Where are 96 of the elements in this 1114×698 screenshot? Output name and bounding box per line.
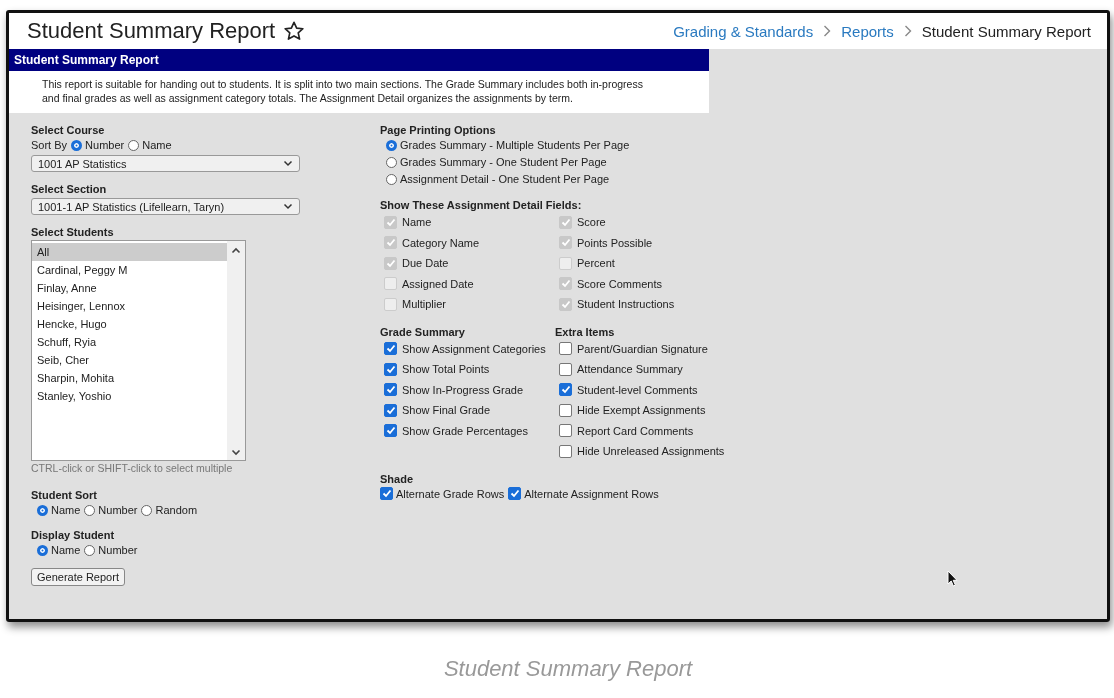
checkbox-label: Show Final Grade [402, 403, 491, 418]
sort-by-label: Sort By [31, 138, 68, 153]
student-list-item[interactable]: Schuff, Ryia [32, 333, 227, 351]
mouse-pointer-icon [947, 570, 958, 587]
checkbox-label: Hide Unreleased Assignments [577, 444, 725, 459]
radio-button[interactable] [386, 140, 397, 151]
chevron-icon [823, 25, 832, 37]
radio-button[interactable] [386, 174, 397, 185]
page-title: Student Summary Report [27, 18, 276, 44]
student-list-item[interactable]: Cardinal, Peggy M [32, 261, 227, 279]
course-dropdown[interactable]: 1001 AP Statistics [31, 155, 300, 172]
checkbox[interactable] [559, 444, 572, 458]
star-icon[interactable] [283, 20, 306, 42]
breadcrumb-link[interactable]: Grading & Standards [673, 22, 814, 40]
checkbox[interactable] [384, 403, 397, 417]
section-label: Display Student [31, 528, 115, 542]
section-label: Shade [380, 471, 413, 486]
breadcrumb-current: Student Summary Report [921, 22, 1091, 40]
radio-label: Name [51, 503, 81, 518]
panel-description: This report is suitable for handing out to students. It is split into two main sections. The Grade Summary includes both in-progress and final grades as well as assignment category totals. The Assignment Detail organizes the assignments by term. [9, 71, 709, 113]
radio-button[interactable] [84, 544, 96, 556]
checkbox-label: Points Possible [577, 235, 653, 251]
checkbox-label: Category Name [402, 235, 480, 251]
breadcrumb-link[interactable]: Reports [841, 22, 894, 40]
radio-button[interactable] [71, 139, 83, 151]
checkbox-label: Report Card Comments [577, 423, 694, 439]
checkbox-label: Alternate Assignment Rows [524, 486, 659, 502]
radio-button[interactable] [386, 157, 397, 168]
scrollbar[interactable] [227, 241, 245, 460]
checkbox-label: Name [402, 215, 432, 230]
checkbox-label: Hide Exempt Assignments [577, 403, 706, 418]
student-list-item[interactable]: Hencke, Hugo [32, 315, 227, 333]
radio-label: Grades Summary - One Student Per Page [400, 155, 607, 170]
radio-label: Name [51, 543, 81, 558]
radio-label: Random [155, 503, 198, 518]
section-dropdown[interactable]: 1001-1 AP Statistics (Lifellearn, Taryn) [31, 198, 300, 215]
radio-button[interactable] [84, 504, 96, 516]
checkbox-label: Student-level Comments [577, 382, 698, 398]
checkbox-label: Parent/Guardian Signature [577, 341, 708, 357]
section-label: Select Course [31, 123, 105, 137]
student-list-item[interactable]: Sharpin, Mohita [32, 369, 227, 387]
student-list-item[interactable]: All [32, 243, 227, 261]
checkbox-label: Show In-Progress Grade [402, 382, 524, 398]
section-label: Extra Items [555, 324, 616, 339]
checkbox-label: Due Date [402, 256, 449, 271]
checkbox-label: Assigned Date [402, 276, 474, 292]
hint-text: CTRL-click or SHIFT-click to select multiple [31, 462, 233, 474]
section-label: Student Sort [31, 488, 97, 502]
checkbox[interactable] [559, 403, 572, 417]
section-label: Select Students [31, 225, 114, 239]
chevron-down-icon [283, 203, 293, 210]
radio-label: Grades Summary - Multiple Students Per Page [400, 138, 630, 153]
checkbox-label: Show Grade Percentages [402, 423, 528, 439]
checkbox-label: Show Total Points [402, 362, 490, 377]
section-label: Grade Summary [380, 324, 466, 339]
checkbox[interactable] [384, 383, 397, 397]
radio-button[interactable] [141, 504, 153, 516]
section-label: Select Section [31, 182, 107, 196]
generate-report-button[interactable]: Generate Report [31, 568, 125, 586]
radio-button[interactable] [37, 504, 48, 516]
radio-label: Name [142, 138, 172, 153]
checkbox-label: Student Instructions [577, 297, 675, 312]
student-list-item[interactable]: Heisinger, Lennox [32, 297, 227, 315]
checkbox[interactable] [380, 487, 393, 500]
checkbox[interactable] [384, 342, 397, 356]
radio-button[interactable] [128, 139, 140, 151]
radio-label: Assignment Detail - One Student Per Page [400, 172, 610, 187]
checkbox[interactable] [384, 424, 397, 438]
checkbox[interactable] [559, 424, 572, 438]
checkbox-label: Show Assignment Categories [402, 341, 546, 357]
student-list-item[interactable]: Stanley, Yoshio [32, 387, 227, 405]
radio-label: Number [98, 503, 138, 518]
checkbox-label: Alternate Grade Rows [396, 486, 505, 502]
checkbox-label: Score Comments [577, 276, 662, 292]
radio-label: Number [85, 138, 125, 153]
student-list-item[interactable]: Finlay, Anne [32, 279, 227, 297]
checkbox[interactable] [559, 383, 572, 397]
radio-button[interactable] [37, 544, 48, 556]
chevron-down-icon [283, 160, 293, 167]
checkbox[interactable] [559, 342, 572, 356]
checkbox[interactable] [384, 362, 397, 376]
chevron-down-icon[interactable] [231, 449, 241, 456]
checkbox-label: Attendance Summary [577, 362, 683, 377]
chevron-up-icon[interactable] [231, 247, 241, 254]
panel-header: Student Summary Report [9, 49, 709, 71]
section-label: Show These Assignment Detail Fields: [380, 198, 582, 212]
student-list-item[interactable]: Seib, Cher [32, 351, 227, 369]
checkbox-label: Score [577, 215, 606, 230]
checkbox[interactable] [559, 362, 572, 376]
section-label: Page Printing Options [380, 123, 496, 137]
figure-caption: Student Summary Report [442, 656, 694, 682]
checkbox-label: Multiplier [402, 297, 446, 312]
checkbox-label: Percent [577, 256, 615, 271]
radio-label: Number [98, 543, 138, 558]
checkbox[interactable] [508, 487, 522, 500]
chevron-icon [903, 25, 912, 37]
